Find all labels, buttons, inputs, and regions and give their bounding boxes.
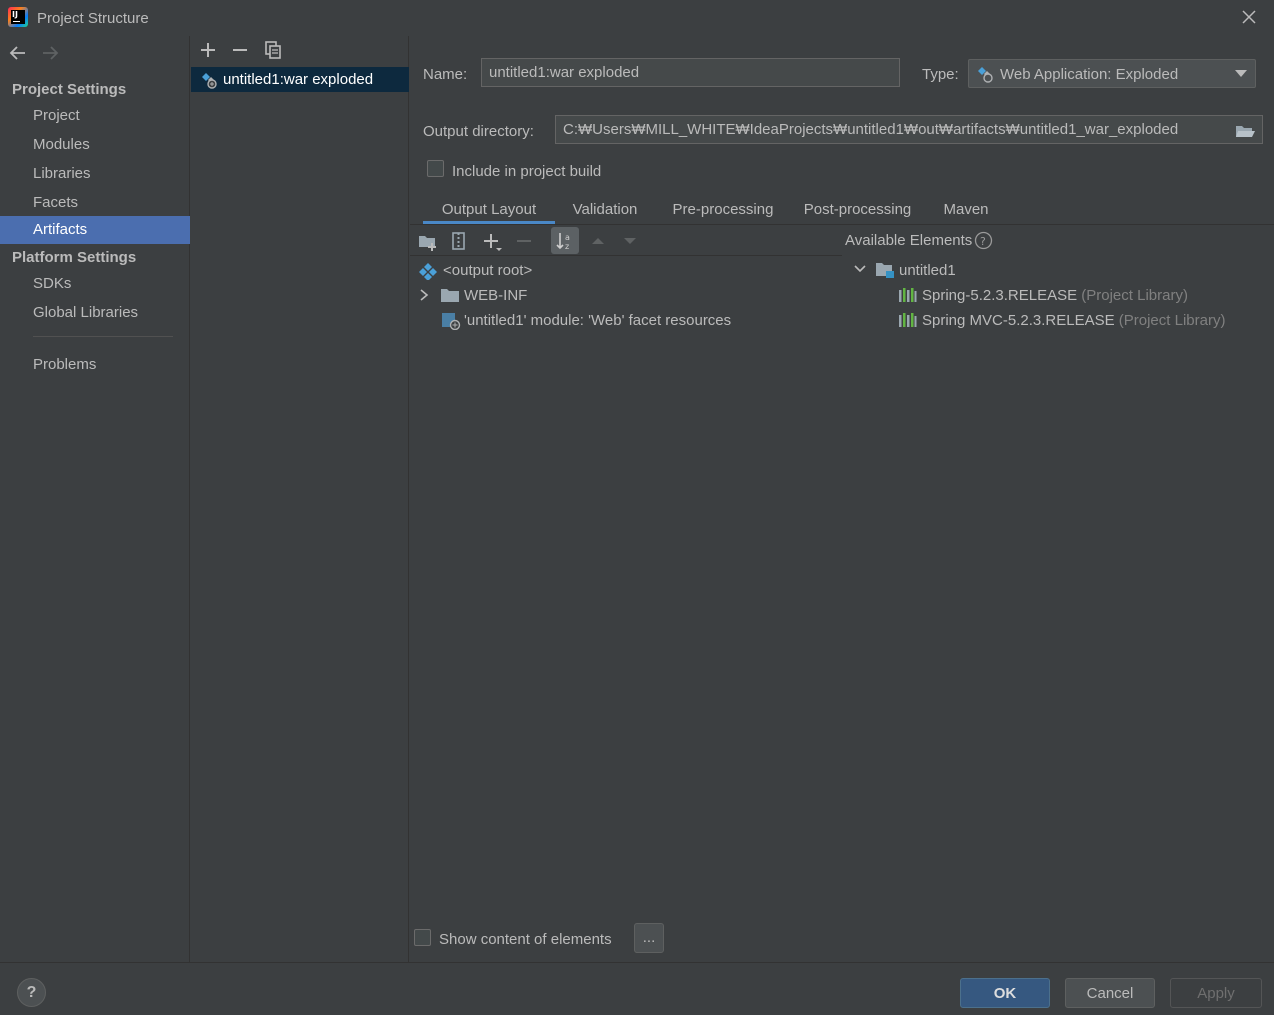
- layout-toolbar-divider: [410, 255, 842, 256]
- title-bar: [0, 0, 1274, 36]
- sidebar-item-global-libraries[interactable]: Global Libraries: [0, 299, 190, 327]
- show-content-checkbox[interactable]: [414, 929, 431, 946]
- type-dropdown-value: Web Application: Exploded: [1000, 66, 1179, 83]
- include-in-build-checkbox[interactable]: [427, 160, 444, 177]
- name-label: Name:: [423, 66, 468, 83]
- library-name: Spring MVC-5.2.3.RELEASE: [922, 312, 1115, 329]
- apply-button[interactable]: Apply: [1170, 978, 1262, 1008]
- folder-icon: [441, 289, 459, 302]
- sort-alphabetically-icon[interactable]: a z: [554, 230, 576, 252]
- remove-element-icon[interactable]: [513, 230, 535, 252]
- web-inf-node[interactable]: WEB-INF: [464, 287, 527, 304]
- sidebar-divider: [33, 336, 173, 337]
- back-arrow-icon[interactable]: [7, 43, 29, 63]
- intellij-app-icon: IJ: [8, 7, 28, 27]
- help-button[interactable]: ?: [17, 978, 46, 1007]
- move-down-icon[interactable]: [619, 230, 641, 252]
- remove-icon[interactable]: [230, 40, 250, 60]
- ok-button[interactable]: OK: [960, 978, 1050, 1008]
- project-settings-heading: Project Settings: [12, 81, 127, 98]
- module-folder-icon: [876, 263, 894, 278]
- tab-pre-processing[interactable]: Pre-processing: [662, 201, 784, 226]
- chevron-down-icon: [1235, 70, 1247, 77]
- svg-text:z: z: [565, 242, 569, 251]
- forward-arrow-icon[interactable]: [39, 43, 61, 63]
- sidebar-item-modules[interactable]: Modules: [0, 131, 190, 159]
- library-scope: (Project Library): [1081, 287, 1188, 304]
- library-icon: [899, 288, 917, 302]
- chevron-down-icon[interactable]: [853, 263, 867, 275]
- sidebar-item-artifacts[interactable]: Artifacts: [0, 216, 190, 244]
- copy-icon[interactable]: [263, 40, 283, 60]
- sidebar-item-sdks[interactable]: SDKs: [0, 270, 190, 298]
- help-circle-icon[interactable]: ?: [974, 231, 993, 250]
- platform-settings-heading: Platform Settings: [12, 249, 137, 266]
- type-label: Type:: [922, 66, 959, 83]
- tab-maven[interactable]: Maven: [934, 201, 998, 226]
- web-facet-icon: [442, 313, 461, 330]
- library-spring-mvc-node[interactable]: Spring MVC-5.2.3.RELEASE (Project Librar…: [922, 312, 1225, 329]
- output-directory-label: Output directory:: [423, 123, 534, 140]
- tab-post-processing[interactable]: Post-processing: [795, 201, 920, 226]
- svg-text:a: a: [565, 233, 570, 242]
- library-spring-node[interactable]: Spring-5.2.3.RELEASE (Project Library): [922, 287, 1188, 304]
- bottom-divider: [0, 962, 1274, 963]
- facet-resources-node[interactable]: 'untitled1' module: 'Web' facet resource…: [464, 312, 731, 329]
- browse-folder-icon[interactable]: [1234, 122, 1256, 140]
- include-in-build-label: Include in project build: [452, 163, 602, 180]
- available-elements-title: Available Elements: [845, 232, 973, 249]
- artifact-list-item-label: untitled1:war exploded: [223, 71, 374, 88]
- window-title: Project Structure: [37, 10, 149, 27]
- more-options-button[interactable]: ...: [634, 923, 664, 953]
- output-root-node[interactable]: <output root>: [443, 262, 532, 279]
- module-node[interactable]: untitled1: [899, 262, 956, 279]
- add-element-icon[interactable]: [481, 230, 503, 252]
- artifact-list-panel: [191, 36, 409, 962]
- library-icon: [899, 313, 917, 327]
- web-application-icon: [978, 67, 993, 83]
- name-field[interactable]: untitled1:war exploded: [481, 58, 900, 87]
- show-content-label: Show content of elements: [439, 931, 612, 948]
- sidebar-item-facets[interactable]: Facets: [0, 189, 190, 217]
- add-icon[interactable]: [198, 40, 218, 60]
- cancel-button[interactable]: Cancel: [1065, 978, 1155, 1008]
- tab-validation[interactable]: Validation: [562, 201, 648, 226]
- create-archive-icon[interactable]: [448, 230, 470, 252]
- sidebar-item-libraries[interactable]: Libraries: [0, 160, 190, 188]
- tabs-divider: [410, 224, 1274, 225]
- library-scope: (Project Library): [1118, 312, 1226, 329]
- output-root-icon: [419, 263, 437, 280]
- sidebar-item-problems[interactable]: Problems: [0, 351, 190, 379]
- create-directory-icon[interactable]: [417, 230, 439, 252]
- close-icon[interactable]: [1238, 6, 1260, 28]
- chevron-right-icon[interactable]: [418, 288, 430, 302]
- library-name: Spring-5.2.3.RELEASE: [922, 287, 1078, 304]
- sidebar-item-project[interactable]: Project: [0, 102, 190, 130]
- move-up-icon[interactable]: [587, 230, 609, 252]
- web-artifact-icon: [202, 73, 217, 89]
- output-directory-field[interactable]: C:₩Users₩MILL_WHITE₩IdeaProjects₩untitle…: [555, 115, 1263, 144]
- svg-text:?: ?: [980, 235, 986, 248]
